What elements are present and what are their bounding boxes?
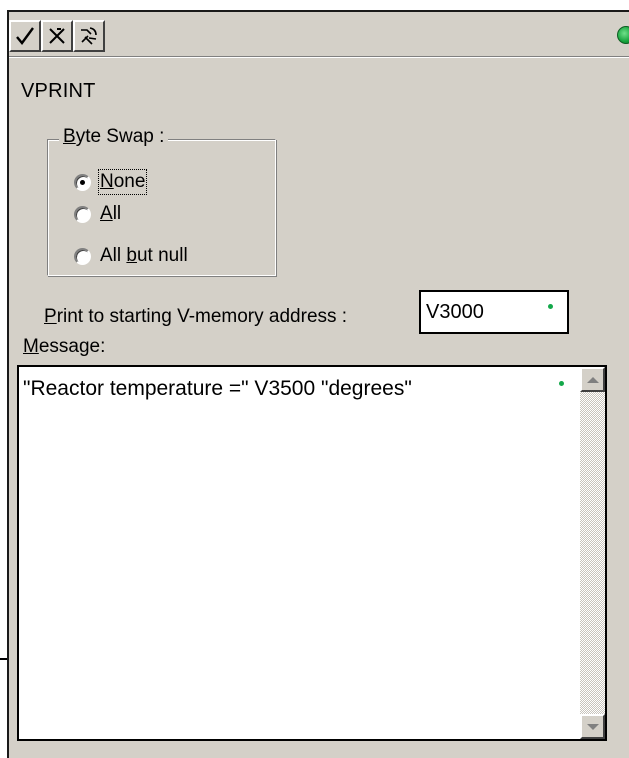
radio-all-label: All xyxy=(100,203,122,224)
byte-swap-option-none[interactable]: None xyxy=(74,169,148,195)
message-text: "Reactor temperature =" V3500 "degrees" xyxy=(23,377,412,400)
address-input[interactable]: V3000 xyxy=(419,290,569,334)
radio-all-but-null-label: All but null xyxy=(100,245,188,266)
cancel-button[interactable] xyxy=(41,20,73,52)
x-icon xyxy=(49,28,65,44)
toolbar-divider xyxy=(9,57,629,58)
instruction-title: VPRINT xyxy=(21,80,96,102)
radio-none-label: None xyxy=(97,169,148,195)
status-indicator-icon xyxy=(617,26,629,44)
valid-dot-icon xyxy=(548,304,553,309)
message-label: Message: xyxy=(23,336,106,357)
arrow-up-icon xyxy=(586,376,599,383)
radio-all-but-null[interactable] xyxy=(74,247,91,265)
address-value: V3000 xyxy=(426,301,484,323)
browse-icon xyxy=(81,27,97,45)
address-label: Print to starting V-memory address : xyxy=(44,306,348,327)
byte-swap-option-all[interactable]: All xyxy=(74,201,121,227)
radio-all[interactable] xyxy=(74,205,91,223)
byte-swap-option-all-but-null[interactable]: All but null xyxy=(74,243,188,269)
message-valid-dot-icon xyxy=(559,381,564,386)
browse-button[interactable] xyxy=(73,20,105,52)
check-icon xyxy=(16,27,34,45)
scroll-up-button[interactable] xyxy=(580,367,605,392)
accept-button[interactable] xyxy=(9,20,41,52)
arrow-down-icon xyxy=(586,723,599,730)
byte-swap-legend: Byte Swap : xyxy=(59,126,169,148)
scroll-down-button[interactable] xyxy=(580,714,605,739)
radio-none[interactable] xyxy=(74,173,91,191)
toolbar xyxy=(9,12,629,57)
vertical-scrollbar[interactable] xyxy=(580,367,605,739)
message-textarea[interactable]: "Reactor temperature =" V3500 "degrees" xyxy=(17,365,607,741)
